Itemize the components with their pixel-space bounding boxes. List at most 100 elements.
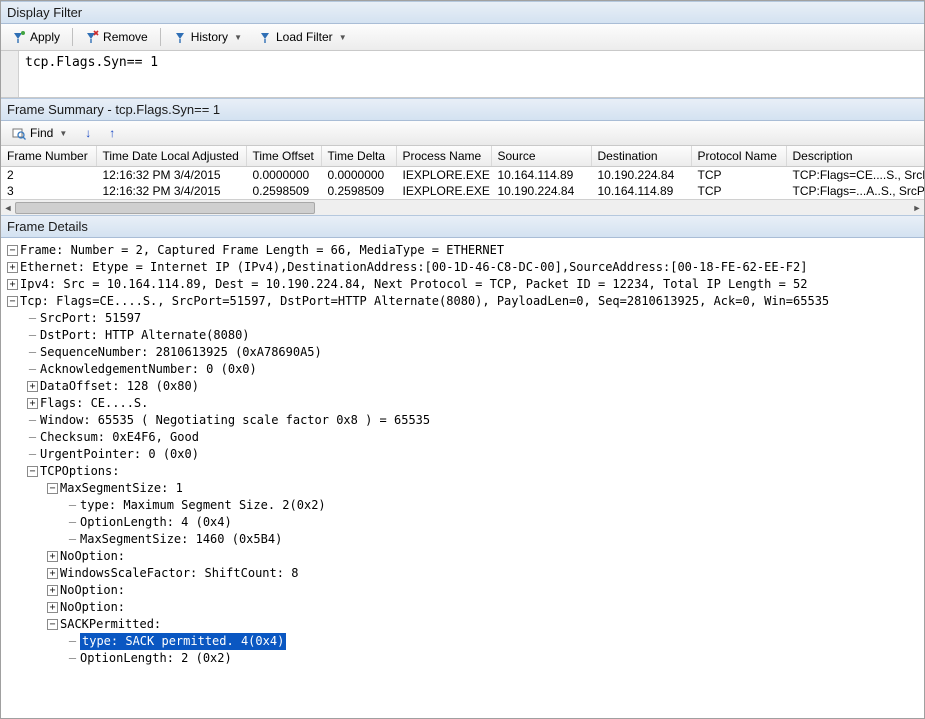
tree-line[interactable]: UrgentPointer: 0 (0x0) <box>3 446 922 463</box>
leaf-icon <box>67 633 78 650</box>
toolbar-separator <box>72 28 73 46</box>
tree-line[interactable]: SequenceNumber: 2810613925 (0xA78690A5) <box>3 344 922 361</box>
tree-line[interactable]: type: Maximum Segment Size. 2(0x2) <box>3 497 922 514</box>
tree-line[interactable]: TCPOptions: <box>3 463 922 480</box>
load-filter-icon <box>258 30 272 44</box>
load-filter-button[interactable]: Load Filter ▼ <box>251 27 354 47</box>
tree-text: NoOption: <box>60 582 125 599</box>
cell-delta: 0.2598509 <box>321 183 396 199</box>
tree-line[interactable]: DataOffset: 128 (0x80) <box>3 378 922 395</box>
expand-icon[interactable] <box>7 262 18 273</box>
apply-label: Apply <box>30 30 60 44</box>
expand-icon[interactable] <box>27 398 38 409</box>
tree-text: OptionLength: 4 (0x4) <box>80 514 232 531</box>
history-button[interactable]: History ▼ <box>166 27 249 47</box>
col-process[interactable]: Process Name <box>396 146 491 167</box>
expand-icon[interactable] <box>47 568 58 579</box>
tree-line[interactable]: MaxSegmentSize: 1460 (0x5B4) <box>3 531 922 548</box>
col-protocol[interactable]: Protocol Name <box>691 146 786 167</box>
find-next-button[interactable]: ↓ <box>78 123 98 143</box>
col-time-offset[interactable]: Time Offset <box>246 146 321 167</box>
cell-desc: TCP:Flags=CE....S., SrcPort=51597, DstPo… <box>786 167 924 184</box>
tree-line[interactable]: OptionLength: 4 (0x4) <box>3 514 922 531</box>
tree-line[interactable]: Ethernet: Etype = Internet IP (IPv4),Des… <box>3 259 922 276</box>
chevron-down-icon: ▼ <box>339 33 347 42</box>
tree-line[interactable]: OptionLength: 2 (0x2) <box>3 650 922 667</box>
scroll-right-icon[interactable]: ► <box>910 200 924 216</box>
chevron-down-icon: ▼ <box>59 129 67 138</box>
remove-label: Remove <box>103 30 148 44</box>
tree-text: TCPOptions: <box>40 463 119 480</box>
leaf-icon <box>27 412 38 429</box>
collapse-icon[interactable] <box>47 483 58 494</box>
find-label: Find <box>30 126 53 140</box>
tree-line[interactable]: Frame: Number = 2, Captured Frame Length… <box>3 242 922 259</box>
table-row[interactable]: 212:16:32 PM 3/4/20150.00000000.0000000I… <box>1 167 924 184</box>
tree-text: Checksum: 0xE4F6, Good <box>40 429 199 446</box>
horizontal-scrollbar[interactable]: ◄ ► <box>1 199 924 215</box>
col-description[interactable]: Description <box>786 146 924 167</box>
collapse-icon[interactable] <box>7 296 18 307</box>
tree-line[interactable]: WindowsScaleFactor: ShiftCount: 8 <box>3 565 922 582</box>
cell-dst: 10.164.114.89 <box>591 183 691 199</box>
tree-line[interactable]: Ipv4: Src = 10.164.114.89, Dest = 10.190… <box>3 276 922 293</box>
tree-line[interactable]: AcknowledgementNumber: 0 (0x0) <box>3 361 922 378</box>
tree-line[interactable]: type: SACK permitted. 4(0x4) <box>3 633 922 650</box>
frame-details-tree[interactable]: Frame: Number = 2, Captured Frame Length… <box>1 238 924 671</box>
frame-summary-table: Frame Number Time Date Local Adjusted Ti… <box>1 146 924 199</box>
tree-text: WindowsScaleFactor: ShiftCount: 8 <box>60 565 298 582</box>
col-time-date[interactable]: Time Date Local Adjusted <box>96 146 246 167</box>
tree-line[interactable]: SrcPort: 51597 <box>3 310 922 327</box>
tree-line[interactable]: SACKPermitted: <box>3 616 922 633</box>
expand-icon[interactable] <box>47 585 58 596</box>
expand-icon[interactable] <box>47 602 58 613</box>
tree-line[interactable]: DstPort: HTTP Alternate(8080) <box>3 327 922 344</box>
col-frame-number[interactable]: Frame Number <box>1 146 96 167</box>
tree-line[interactable]: NoOption: <box>3 548 922 565</box>
expand-icon[interactable] <box>27 381 38 392</box>
table-row[interactable]: 312:16:32 PM 3/4/20150.25985090.2598509I… <box>1 183 924 199</box>
cell-src: 10.190.224.84 <box>491 183 591 199</box>
cell-num: 2 <box>1 167 96 184</box>
collapse-icon[interactable] <box>47 619 58 630</box>
tree-line[interactable]: MaxSegmentSize: 1 <box>3 480 922 497</box>
tree-text: Flags: CE....S. <box>40 395 148 412</box>
tree-line[interactable]: Tcp: Flags=CE....S., SrcPort=51597, DstP… <box>3 293 922 310</box>
tree-line[interactable]: Window: 65535 ( Negotiating scale factor… <box>3 412 922 429</box>
history-label: History <box>191 30 228 44</box>
tree-text: OptionLength: 2 (0x2) <box>80 650 232 667</box>
tree-text: SACKPermitted: <box>60 616 161 633</box>
apply-icon <box>12 30 26 44</box>
tree-line[interactable]: Checksum: 0xE4F6, Good <box>3 429 922 446</box>
find-prev-button[interactable]: ↑ <box>102 123 122 143</box>
tree-line[interactable]: Flags: CE....S. <box>3 395 922 412</box>
tree-text: Ipv4: Src = 10.164.114.89, Dest = 10.190… <box>20 276 807 293</box>
cell-num: 3 <box>1 183 96 199</box>
tree-text: Tcp: Flags=CE....S., SrcPort=51597, DstP… <box>20 293 829 310</box>
cell-proto: TCP <box>691 167 786 184</box>
col-source[interactable]: Source <box>491 146 591 167</box>
tree-line[interactable]: NoOption: <box>3 582 922 599</box>
apply-button[interactable]: Apply <box>5 27 67 47</box>
remove-button[interactable]: Remove <box>78 27 155 47</box>
history-icon <box>173 30 187 44</box>
tree-line[interactable]: NoOption: <box>3 599 922 616</box>
leaf-icon <box>67 497 78 514</box>
expand-icon[interactable] <box>7 279 18 290</box>
cell-proto: TCP <box>691 183 786 199</box>
col-destination[interactable]: Destination <box>591 146 691 167</box>
collapse-icon[interactable] <box>7 245 18 256</box>
col-time-delta[interactable]: Time Delta <box>321 146 396 167</box>
table-header-row: Frame Number Time Date Local Adjusted Ti… <box>1 146 924 167</box>
chevron-down-icon: ▼ <box>234 33 242 42</box>
cell-time: 12:16:32 PM 3/4/2015 <box>96 167 246 184</box>
cell-time: 12:16:32 PM 3/4/2015 <box>96 183 246 199</box>
scrollbar-thumb[interactable] <box>15 202 315 214</box>
filter-expression-input[interactable] <box>19 51 924 97</box>
find-button[interactable]: Find ▼ <box>5 123 74 143</box>
collapse-icon[interactable] <box>27 466 38 477</box>
expand-icon[interactable] <box>47 551 58 562</box>
display-filter-toolbar: Apply Remove History ▼ Load Filter ▼ <box>1 24 924 51</box>
scroll-left-icon[interactable]: ◄ <box>1 200 15 216</box>
tree-text: type: SACK permitted. 4(0x4) <box>80 633 286 650</box>
